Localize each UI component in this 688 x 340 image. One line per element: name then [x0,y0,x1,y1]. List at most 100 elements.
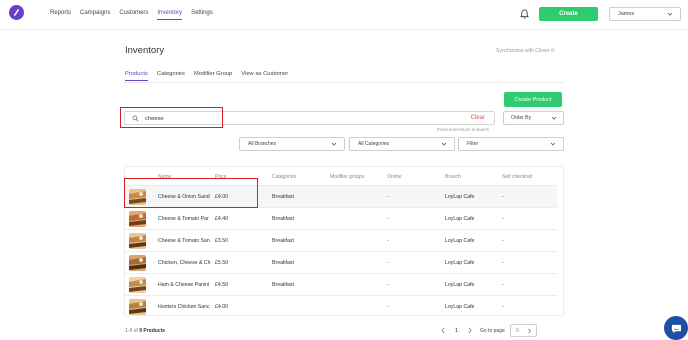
count-bold: 9 Products [139,328,166,334]
cell-online: - [387,216,389,222]
cell-online: - [387,304,389,310]
chevron-right-icon[interactable] [467,327,473,334]
tab-products[interactable]: Products [125,71,148,81]
chevron-down-icon [667,12,673,16]
filter-dropdown[interactable]: Filter [458,137,564,151]
branches-label: All Branches [248,141,277,147]
chevron-down-icon [441,142,447,146]
nav-reports[interactable]: Reports [50,10,71,20]
inventory-tabs: Products Categories Modifier Group View … [125,71,297,81]
table-row[interactable]: Hunters Chicken Sanc £4.00 - LoyLap Cafe - [125,295,557,317]
cell-online: - [387,260,389,266]
cell-category: Breakfast [272,194,294,200]
create-product-button[interactable]: Create Product [504,92,562,107]
chat-icon [671,324,681,333]
chevron-down-icon [550,142,556,146]
table-row[interactable]: Cheese & Tomato Par £4.40 Breakfast - LoyLap… [125,207,557,229]
cell-self-checkout: - [502,194,504,200]
product-thumbnail [129,233,146,249]
col-online: Online [387,174,402,180]
table-row[interactable]: Cheese & Tomato San £3.50 Breakfast - LoyLap… [125,229,557,251]
product-thumbnail [129,211,146,227]
clear-search-button[interactable]: Clear [471,115,485,121]
cell-branch: LoyLap Cafe [445,282,475,288]
table-row[interactable]: Ham & Cheese Panini £4.50 Breakfast - LoyLap… [125,273,557,295]
cell-price: £4.40 [215,216,228,222]
categories-dropdown[interactable]: All Categories [349,137,455,151]
user-dropdown[interactable]: James [609,7,681,21]
cell-price: £4.50 [215,282,228,288]
chevron-right-icon[interactable] [527,328,532,334]
cell-self-checkout: - [502,238,504,244]
cell-name: Hunters Chicken Sanc [158,304,210,310]
col-branch: Branch [445,174,461,180]
search-hint: Press enter/return to search [437,127,489,132]
sync-link[interactable]: Synchronise with Clover ⟳ [496,48,555,54]
cell-category: Breakfast [272,260,294,266]
app-logo[interactable] [9,5,24,20]
order-by-dropdown[interactable]: Order By [503,111,564,125]
chat-widget-button[interactable] [664,316,688,340]
cell-name: Cheese & Tomato San [158,238,210,244]
col-self-checkout: Self checkout [502,174,533,180]
nav-customers[interactable]: Customers [119,10,148,20]
count-prefix: 1-9 of [125,328,138,334]
cell-self-checkout: - [502,260,504,266]
cell-branch: LoyLap Cafe [445,260,475,266]
filter-label: Filter [467,141,479,147]
cell-category: Breakfast [272,238,294,244]
result-count: 1-9 of 9 Products [125,328,165,334]
goto-value: 0 [516,328,519,334]
cell-branch: LoyLap Cafe [445,238,475,244]
search-highlight-box [120,107,223,128]
tabs-divider [125,82,564,83]
sync-label: Synchronise with Clover [496,48,550,54]
row-highlight-box [124,178,258,208]
cell-name: Chicken, Cheese & Ch [158,260,211,266]
nav-inventory[interactable]: Inventory [157,10,183,20]
cell-online: - [387,238,389,244]
cell-self-checkout: - [502,216,504,222]
sync-icon: ⟳ [551,48,556,54]
goto-label: Go to page [480,328,505,334]
chevron-left-icon[interactable] [440,327,446,334]
cell-self-checkout: - [502,304,504,310]
branches-dropdown[interactable]: All Branches [239,137,345,151]
cell-branch: LoyLap Cafe [445,194,475,200]
nav-settings[interactable]: Settings [191,10,213,20]
cell-self-checkout: - [502,282,504,288]
categories-label: All Categories [358,141,390,147]
product-thumbnail [129,277,146,293]
col-modifier-groups: Modifier groups [330,174,365,180]
chevron-down-icon [551,116,557,120]
logo-icon [13,9,20,16]
tab-modifier-group[interactable]: Modifier Group [194,71,232,81]
cell-online: - [387,282,389,288]
cell-name: Cheese & Tomato Par [158,216,209,222]
page-number[interactable]: 1 [455,328,458,334]
bell-icon[interactable] [520,9,529,19]
page-title: Inventory [125,45,165,56]
table-row[interactable]: Chicken, Cheese & Ch £5.50 Breakfast - LoyLa… [125,251,557,273]
tab-categories[interactable]: Categories [157,71,185,81]
col-categories: Categories [272,174,297,180]
nav-campaigns[interactable]: Campaigns [80,10,110,20]
product-thumbnail [129,299,146,315]
cell-price: £3.50 [215,238,228,244]
cell-name: Ham & Cheese Panini [158,282,210,288]
main-nav: Reports Campaigns Customers Inventory Se… [50,10,222,20]
cell-online: - [387,194,389,200]
cell-branch: LoyLap Cafe [445,304,475,310]
cell-category: Breakfast [272,282,294,288]
goto-page-input[interactable]: 0 [510,324,537,337]
top-bar: Reports Campaigns Customers Inventory Se… [0,0,688,30]
cell-branch: LoyLap Cafe [445,216,475,222]
product-thumbnail [129,255,146,271]
chevron-down-icon [331,142,337,146]
create-button[interactable]: Create [539,7,598,21]
order-by-label: Order By [511,115,532,121]
cell-price: £5.50 [215,260,228,266]
user-name: James [618,11,635,17]
tab-view-as-customer[interactable]: View as Customer [241,71,288,81]
cell-price: £4.00 [215,304,228,310]
